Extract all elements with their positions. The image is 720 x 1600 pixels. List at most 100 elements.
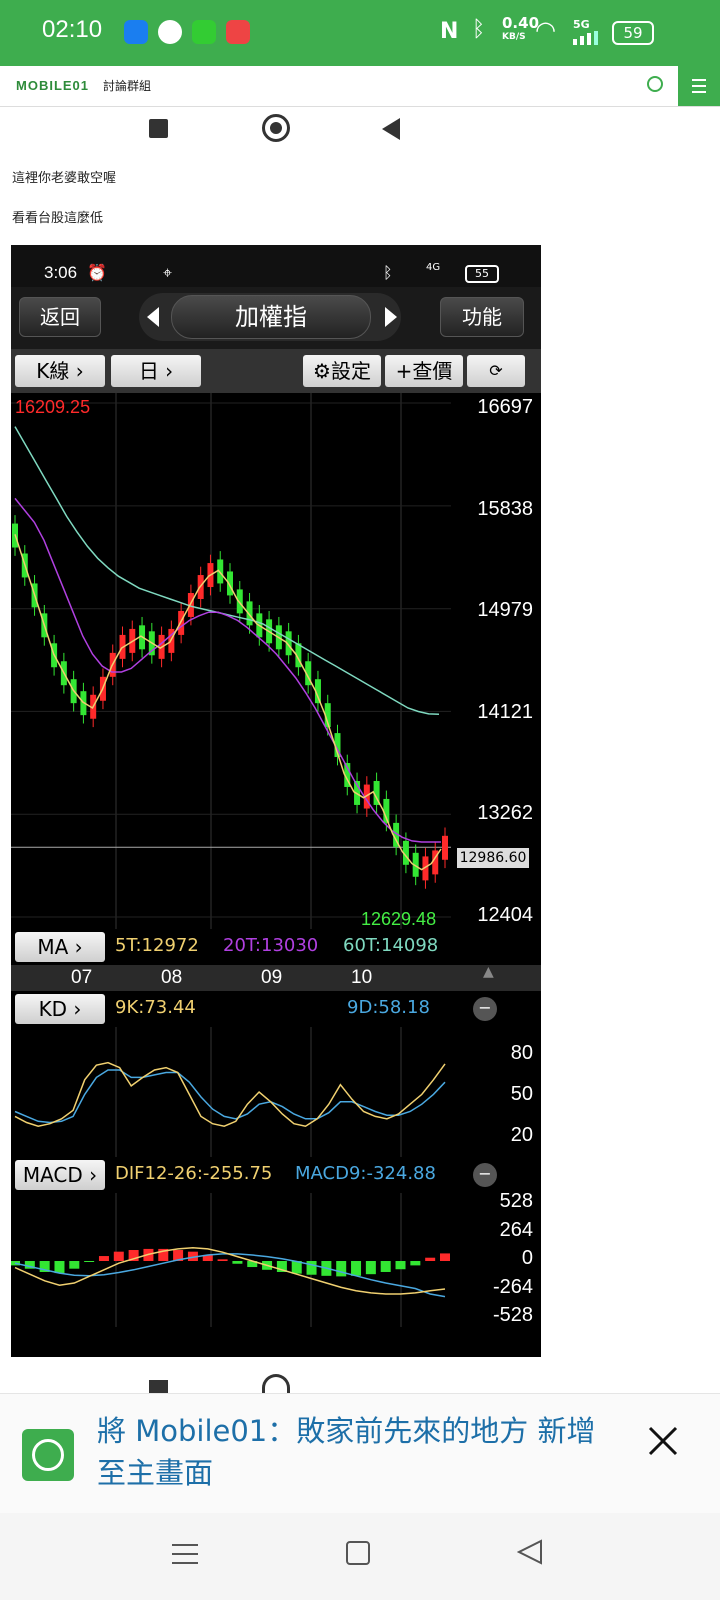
price-axis: 16697 15838 14979 14121 13262 12404 — [451, 393, 535, 929]
macd-histogram-bar — [395, 1261, 406, 1270]
macd-row: MACD › DIF12-26:-255.75 MACD9:-324.88 − — [11, 1157, 541, 1193]
macd-histogram-bar — [365, 1261, 376, 1275]
close-icon[interactable] — [646, 1424, 680, 1462]
ma-button[interactable]: MA › — [15, 932, 105, 962]
post-text-line: 看看台股這麼低 — [12, 211, 104, 226]
candle-body — [236, 589, 243, 614]
dif-value: DIF12-26:-255.75 — [115, 1163, 273, 1184]
signal-icon — [573, 30, 603, 45]
d-value: 9D:58.18 — [347, 997, 430, 1018]
macd-axis-label: 528 — [499, 1190, 533, 1212]
rotate-icon[interactable]: ⟳ — [467, 355, 525, 387]
kd-button[interactable]: KD › — [15, 994, 105, 1024]
k-value: 9K:73.44 — [115, 997, 196, 1018]
embedded-time: 3:06 — [44, 263, 78, 282]
macd-axis-label: -528 — [492, 1304, 533, 1326]
wifi-icon: ◠ — [535, 16, 556, 44]
candle-body — [442, 835, 448, 860]
network-speed: 0.40 KB/S — [502, 14, 540, 43]
period-button[interactable]: 日 › — [111, 355, 201, 387]
month-label: 07 — [71, 967, 93, 988]
prev-arrow-icon[interactable] — [145, 305, 161, 333]
post-text-line: 這裡你老婆敢空喔 — [12, 171, 117, 186]
macd-histogram-bar — [54, 1261, 65, 1274]
month-axis: 07 08 09 10 ▲ — [11, 965, 541, 991]
back-button[interactable]: 返回 — [19, 297, 101, 337]
macd-button[interactable]: MACD › — [15, 1160, 105, 1190]
k-line — [14, 1061, 446, 1127]
month-label: 08 — [161, 967, 183, 988]
macd-histogram-bar — [306, 1261, 317, 1275]
menu-button[interactable] — [678, 66, 720, 106]
status-bar: 02:10 N ᛒ 0.40 KB/S ◠ 5G 59 — [0, 0, 720, 66]
embedded-recent-icon — [149, 1380, 168, 1393]
status-time: 02:10 — [42, 16, 103, 43]
embedded-status-bar: 3:06 ⏰ ⌖ ᛒ 4G 55 — [11, 245, 541, 287]
kd-axis: 80 50 20 — [451, 1027, 535, 1157]
options-row: K線 › 日 › ⚙設定 +查價 ⟳ — [11, 349, 541, 393]
system-nav-bar — [0, 1513, 720, 1600]
price-axis-label: 15838 — [477, 497, 533, 520]
macd-histogram-bar — [336, 1261, 347, 1277]
ma-row: MA › 5T:12972 20T:13030 60T:14098 — [11, 929, 541, 965]
embedded-home-icon — [262, 114, 290, 142]
nfc-icon: N — [440, 19, 459, 44]
price-axis-label: 16697 — [477, 396, 533, 418]
line-app-icon — [158, 20, 182, 44]
next-arrow-icon[interactable] — [383, 305, 399, 333]
alarm-icon: ⏰ — [87, 263, 107, 282]
macd-axis: 528 264 0 -264 -528 — [451, 1190, 535, 1327]
ma60-value: 60T:14098 — [343, 935, 439, 956]
site-logo[interactable]: MOBILE01 — [16, 78, 89, 93]
macd-histogram-bar — [98, 1256, 109, 1261]
kd-row: KD › 9K:73.44 9D:58.18 − — [11, 991, 541, 1027]
location-icon: ⌖ — [163, 263, 173, 282]
banner-text[interactable]: 將 Mobile01：敗家前先來的地方 新增至主畫面 — [97, 1410, 607, 1494]
macd-histogram-bar — [232, 1261, 243, 1264]
embedded-battery-icon: 55 — [465, 265, 499, 283]
ma60-line — [14, 426, 440, 715]
macd9-value: MACD9:-324.88 — [295, 1163, 436, 1184]
back-nav-icon[interactable] — [516, 1539, 543, 1569]
macd9-line — [14, 1253, 446, 1298]
dif-line — [14, 1247, 446, 1295]
ma5-value: 5T:12972 — [115, 935, 199, 956]
index-title[interactable]: 加權指 — [171, 295, 371, 339]
price-axis-label: 13262 — [477, 802, 533, 825]
hamburger-icon — [692, 79, 706, 93]
macd-histogram-bar — [113, 1251, 124, 1261]
kd-axis-label: 20 — [510, 1124, 533, 1146]
music-app-icon — [226, 20, 250, 44]
price-axis-label: 14121 — [477, 700, 533, 723]
settings-button[interactable]: ⚙設定 — [303, 355, 381, 387]
macd-axis-label: 264 — [499, 1218, 533, 1241]
embedded-screenshot: 3:06 ⏰ ⌖ ᛒ 4G 55 返回 加權指 功能 K線 › 日 › ⚙設定 … — [11, 245, 541, 1357]
app-notification-icon — [124, 20, 148, 44]
home-nav-icon[interactable] — [346, 1541, 370, 1565]
embedded-back-icon — [380, 116, 402, 146]
collapse-kd-icon[interactable]: − — [473, 997, 497, 1021]
index-selector[interactable]: 加權指 — [139, 293, 401, 341]
section-title[interactable]: 討論群組 — [103, 77, 151, 94]
quote-button[interactable]: +查價 — [385, 355, 463, 387]
macd-histogram-bar — [410, 1261, 421, 1266]
menu-nav-icon[interactable] — [172, 1541, 198, 1571]
search-icon[interactable] — [647, 76, 663, 92]
macd-axis-label: -264 — [492, 1275, 533, 1298]
kline-button[interactable]: K線 › — [15, 355, 105, 387]
macd-histogram-bar — [351, 1261, 362, 1276]
collapse-macd-icon[interactable]: − — [473, 1163, 497, 1187]
scroll-arrows-icon[interactable]: ▲ — [483, 965, 494, 979]
function-button[interactable]: 功能 — [440, 297, 524, 337]
bluetooth-icon: ᛒ — [383, 263, 393, 282]
low-value-label: 12629.48 — [361, 909, 437, 929]
macd-axis-label: 0 — [521, 1247, 533, 1269]
price-axis-label: 12404 — [477, 904, 533, 926]
high-value-label: 16209.25 — [15, 397, 91, 417]
add-to-home-banner[interactable]: 將 Mobile01：敗家前先來的地方 新增至主畫面 — [0, 1393, 720, 1514]
macd-histogram-bar — [440, 1253, 450, 1261]
gear-icon: ⚙ — [313, 359, 331, 383]
embedded-toolbar: 返回 加權指 功能 — [11, 287, 541, 349]
kd-axis-label: 80 — [510, 1042, 533, 1064]
month-label: 09 — [261, 967, 283, 988]
